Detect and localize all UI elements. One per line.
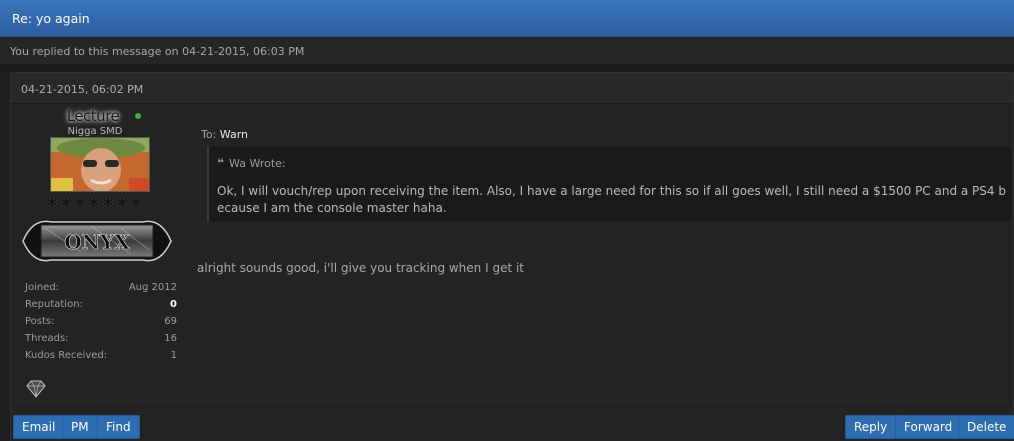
message-title-bar: Re: yo again (0, 0, 1014, 37)
stat-kudos: Kudos Received: 1 (25, 348, 177, 365)
stat-label: Kudos Received: (25, 350, 108, 361)
post-date: 04-21-2015, 06:02 PM (21, 83, 144, 96)
replied-notice-bar: You replied to this message on 04-21-201… (0, 37, 1014, 65)
author-username[interactable]: Lecture (11, 107, 175, 125)
diamond-icon (25, 380, 47, 398)
find-button[interactable]: Find (97, 415, 140, 439)
stat-label: Posts: (25, 316, 55, 327)
recipient-label: To: (201, 128, 217, 141)
private-message-post: 04-21-2015, 06:02 PM Lecture Nigga SMD ✱… (10, 72, 1014, 441)
stat-reputation: Reputation: 0 (25, 297, 177, 314)
author-user-title: Nigga SMD (67, 126, 123, 137)
stat-value: Aug 2012 (128, 282, 177, 293)
rank-badge-label: ONYX (64, 230, 130, 254)
stat-threads: Threads: 16 (25, 331, 177, 348)
star-icon: ✱ (102, 196, 114, 211)
avatar[interactable] (50, 137, 150, 192)
delete-button[interactable]: Delete (958, 415, 1014, 439)
stat-value[interactable]: 0 (170, 299, 177, 310)
reply-button[interactable]: Reply (845, 415, 897, 439)
pm-button[interactable]: PM (62, 415, 98, 439)
stat-value: 1 (170, 350, 177, 361)
quote-block: ❝ Wa Wrote: Ok, I will vouch/rep upon rec… (207, 146, 1011, 222)
star-icon: ✱ (60, 196, 72, 211)
star-icon: ✱ (116, 196, 128, 211)
quote-header: ❝ Wa Wrote: (217, 156, 286, 170)
stat-label: Reputation: (25, 299, 83, 310)
stat-value: 16 (164, 333, 177, 344)
post-actions-bar: Email PM Find Reply Forward Delete (11, 406, 1014, 441)
online-status-icon (135, 113, 141, 119)
email-button[interactable]: Email (13, 415, 65, 439)
stat-label: Threads: (25, 333, 69, 344)
stat-value: 69 (164, 316, 177, 327)
star-icon: ✱ (130, 196, 142, 211)
post-content: To: Warn ❝ Wa Wrote: Ok, I will vouch/rep… (197, 104, 1014, 406)
quote-text: Ok, I will vouch/rep upon receiving the … (217, 184, 1006, 215)
message-title: Re: yo again (12, 11, 90, 26)
rank-badge: ONYX (21, 212, 173, 270)
recipient-line: To: Warn (201, 128, 248, 141)
quote-icon: ❝ (217, 156, 225, 170)
quote-author: Wa Wrote: (229, 157, 286, 170)
post-header: 04-21-2015, 06:02 PM (11, 73, 1013, 104)
star-icon: ✱ (88, 196, 100, 211)
star-icon: ✱ (74, 196, 86, 211)
stat-posts: Posts: 69 (25, 314, 177, 331)
replied-notice: You replied to this message on 04-21-201… (10, 45, 305, 58)
stat-joined: Joined: Aug 2012 (25, 280, 177, 297)
star-icon: ✱ (46, 196, 58, 211)
user-info-panel: Lecture Nigga SMD ✱ ✱ ✱ ✱ ✱ ✱ ✱ ONYX Joi… (11, 104, 189, 406)
author-stats: Joined: Aug 2012 Reputation: 0 Posts: 69… (25, 280, 177, 365)
stat-label: Joined: (25, 282, 60, 293)
forward-button[interactable]: Forward (895, 415, 962, 439)
message-body: alright sounds good, i'll give you track… (197, 261, 525, 275)
recipient-name[interactable]: Warn (220, 128, 248, 141)
rank-stars: ✱ ✱ ✱ ✱ ✱ ✱ ✱ (45, 196, 155, 211)
